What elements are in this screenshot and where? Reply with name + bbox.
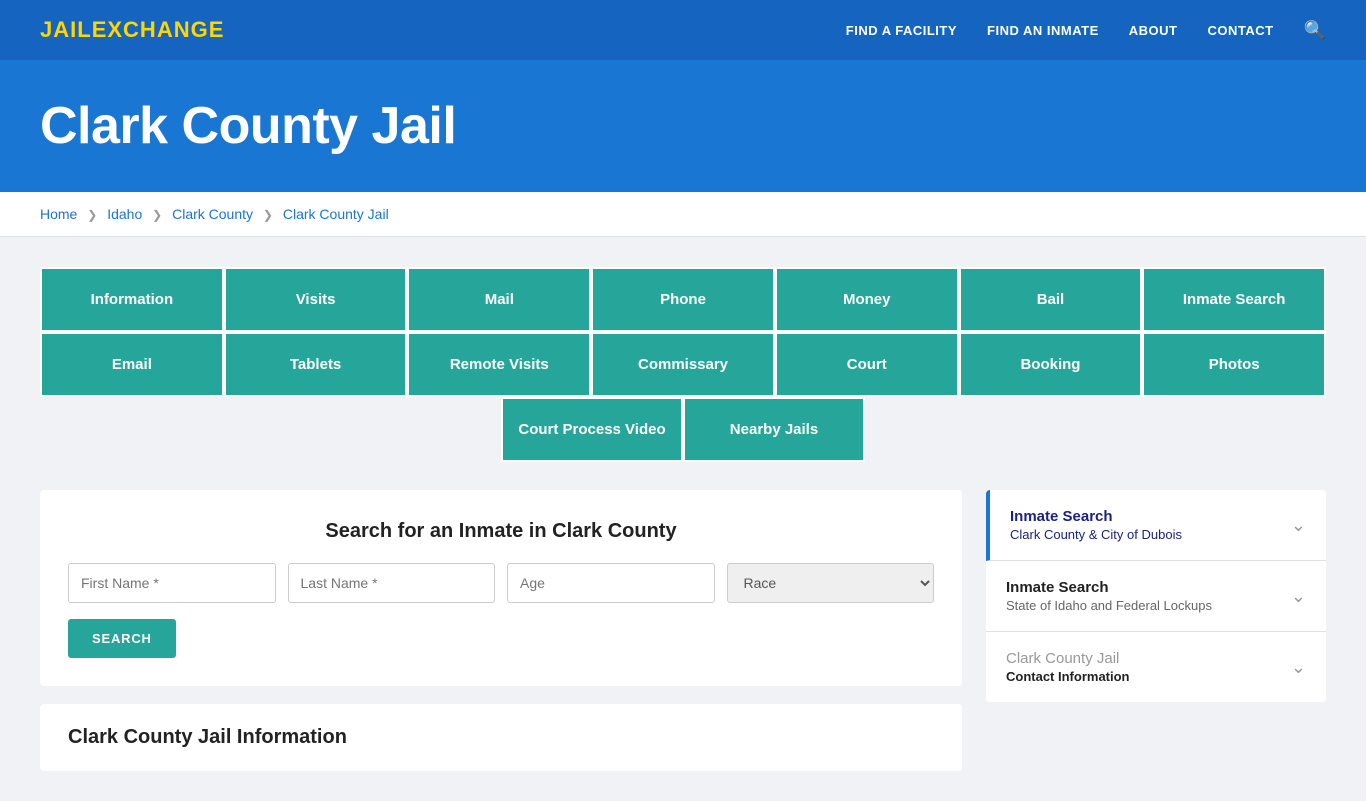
grid-row-2: Email Tablets Remote Visits Commissary C… — [40, 332, 1326, 397]
btn-mail[interactable]: Mail — [407, 267, 591, 332]
sidebar-title-2: Inmate Search — [1006, 579, 1212, 596]
chevron-icon-1: ⌄ — [1291, 515, 1306, 536]
grid-row-1: Information Visits Mail Phone Money Bail… — [40, 267, 1326, 332]
sidebar-item-inmate-search-clark[interactable]: Inmate Search Clark County & City of Dub… — [986, 490, 1326, 561]
sidebar-item-contact-info[interactable]: Clark County Jail Contact Information ⌄ — [986, 632, 1326, 702]
sidebar-sub-2: State of Idaho and Federal Lockups — [1006, 598, 1212, 613]
breadcrumb-home[interactable]: Home — [40, 206, 77, 222]
btn-court-process-video[interactable]: Court Process Video — [501, 397, 683, 462]
sidebar-item-inmate-search-idaho[interactable]: Inmate Search State of Idaho and Federal… — [986, 561, 1326, 632]
sidebar: Inmate Search Clark County & City of Dub… — [986, 490, 1326, 702]
site-logo[interactable]: JAILEXCHANGE — [40, 17, 224, 43]
logo-highlight: E — [92, 17, 108, 42]
btn-visits[interactable]: Visits — [224, 267, 408, 332]
sidebar-title-3: Clark County Jail — [1006, 650, 1130, 667]
main-column: Search for an Inmate in Clark County Rac… — [40, 490, 962, 771]
breadcrumb-sep-1: ❯ — [87, 208, 97, 222]
age-input[interactable] — [507, 563, 715, 603]
nav-search-icon[interactable]: 🔍 — [1304, 20, 1326, 41]
search-button[interactable]: SEARCH — [68, 619, 176, 658]
page-title: Clark County Jail — [40, 96, 1326, 156]
nav-links: FIND A FACILITY FIND AN INMATE ABOUT CON… — [846, 20, 1326, 41]
btn-remote-visits[interactable]: Remote Visits — [407, 332, 591, 397]
breadcrumb-sep-2: ❯ — [152, 208, 162, 222]
btn-booking[interactable]: Booking — [959, 332, 1143, 397]
breadcrumb-idaho[interactable]: Idaho — [107, 206, 142, 222]
btn-commissary[interactable]: Commissary — [591, 332, 775, 397]
search-fields: Race White Black Hispanic Asian Other — [68, 563, 934, 603]
hero-section: Clark County Jail — [0, 60, 1366, 192]
breadcrumb: Home ❯ Idaho ❯ Clark County ❯ Clark Coun… — [0, 192, 1366, 237]
nav-contact[interactable]: CONTACT — [1207, 23, 1273, 38]
sidebar-card: Inmate Search Clark County & City of Dub… — [986, 490, 1326, 702]
jail-info-section: Clark County Jail Information — [40, 704, 962, 771]
btn-email[interactable]: Email — [40, 332, 224, 397]
sidebar-sub-1: Clark County & City of Dubois — [1010, 527, 1182, 542]
first-name-input[interactable] — [68, 563, 276, 603]
category-grid: Information Visits Mail Phone Money Bail… — [40, 267, 1326, 462]
race-select[interactable]: Race White Black Hispanic Asian Other — [727, 563, 935, 603]
btn-court[interactable]: Court — [775, 332, 959, 397]
nav-find-facility[interactable]: FIND A FACILITY — [846, 23, 957, 38]
sidebar-title-1: Inmate Search — [1010, 508, 1182, 525]
page-body: Information Visits Mail Phone Money Bail… — [0, 237, 1366, 801]
inmate-search-box: Search for an Inmate in Clark County Rac… — [40, 490, 962, 686]
btn-phone[interactable]: Phone — [591, 267, 775, 332]
btn-information[interactable]: Information — [40, 267, 224, 332]
last-name-input[interactable] — [288, 563, 496, 603]
sidebar-sub-3: Contact Information — [1006, 669, 1130, 684]
btn-nearby-jails[interactable]: Nearby Jails — [683, 397, 865, 462]
main-nav: JAILEXCHANGE FIND A FACILITY FIND AN INM… — [0, 0, 1366, 60]
breadcrumb-sep-3: ❯ — [263, 208, 273, 222]
search-heading: Search for an Inmate in Clark County — [68, 520, 934, 543]
chevron-icon-2: ⌄ — [1291, 586, 1306, 607]
btn-tablets[interactable]: Tablets — [224, 332, 408, 397]
grid-row-3: Court Process Video Nearby Jails — [40, 397, 1326, 462]
btn-photos[interactable]: Photos — [1142, 332, 1326, 397]
lower-section: Search for an Inmate in Clark County Rac… — [40, 490, 1326, 771]
btn-inmate-search[interactable]: Inmate Search — [1142, 267, 1326, 332]
breadcrumb-current: Clark County Jail — [283, 206, 389, 222]
chevron-icon-3: ⌄ — [1291, 657, 1306, 678]
btn-bail[interactable]: Bail — [959, 267, 1143, 332]
btn-money[interactable]: Money — [775, 267, 959, 332]
nav-about[interactable]: ABOUT — [1129, 23, 1178, 38]
breadcrumb-clark-county[interactable]: Clark County — [172, 206, 253, 222]
nav-find-inmate[interactable]: FIND AN INMATE — [987, 23, 1099, 38]
jail-info-heading: Clark County Jail Information — [68, 726, 934, 749]
logo-text-xchange: XCHANGE — [107, 17, 224, 42]
logo-text-jail: JAIL — [40, 17, 92, 42]
